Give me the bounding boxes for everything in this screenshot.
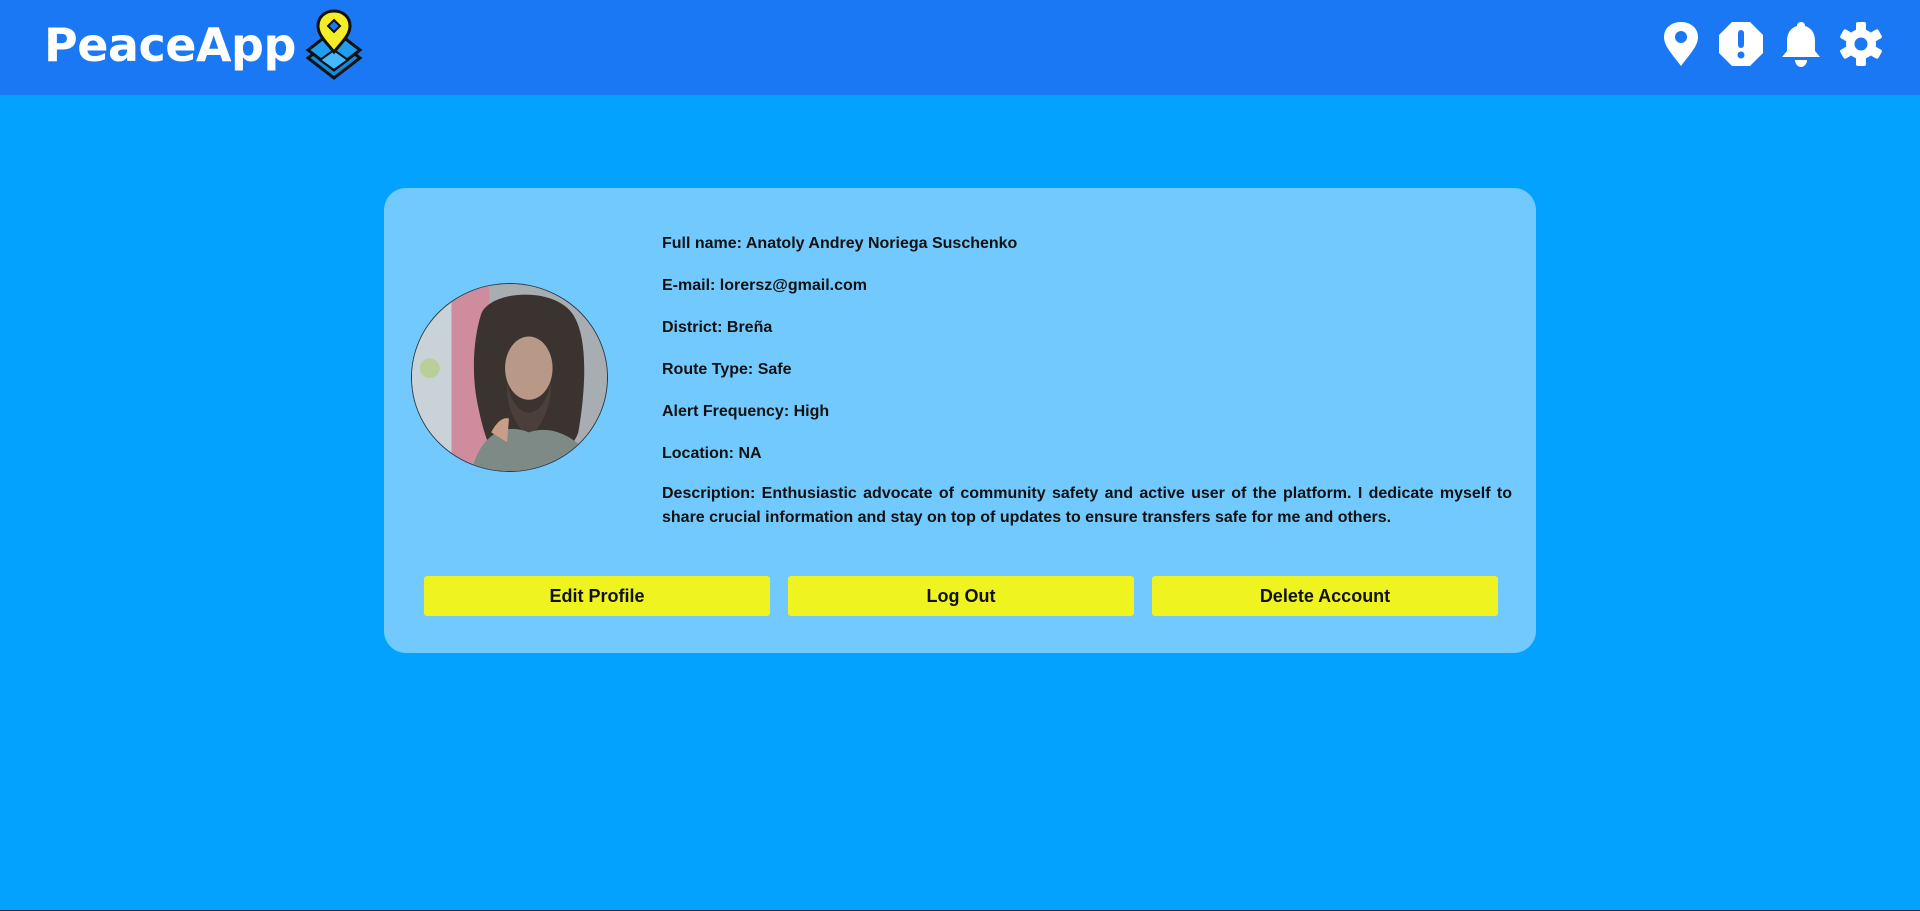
- log-out-button[interactable]: Log Out: [788, 576, 1134, 616]
- bell-icon: [1782, 22, 1820, 67]
- nav-settings-button[interactable]: [1838, 20, 1884, 68]
- alert-octagon-icon: [1719, 22, 1763, 66]
- profile-actions: Edit Profile Log Out Delete Account: [424, 576, 1498, 616]
- profile-photo: [412, 284, 607, 471]
- full-name-text: Full name: Anatoly Andrey Noriega Susche…: [662, 235, 1018, 252]
- app-name: PeaceApp: [44, 18, 296, 72]
- location-text: Location: NA: [662, 445, 762, 462]
- profile-avatar: [411, 283, 608, 472]
- profile-details: Full name: Anatoly Andrey Noriega Susche…: [662, 234, 1512, 553]
- header-icon-nav: [1658, 20, 1884, 68]
- gear-icon: [1840, 22, 1882, 66]
- route-type-text: Route Type: Safe: [662, 361, 792, 378]
- nav-alerts-button[interactable]: [1718, 20, 1764, 68]
- profile-card: Full name: Anatoly Andrey Noriega Susche…: [384, 188, 1536, 653]
- alert-frequency-text: Alert Frequency: High: [662, 403, 830, 420]
- nav-notifications-button[interactable]: [1778, 20, 1824, 68]
- top-navigation-bar: PeaceApp: [0, 0, 1920, 95]
- nav-location-button[interactable]: [1658, 20, 1704, 68]
- district-text: District: Breña: [662, 319, 773, 336]
- email-text: E-mail: lorersz@gmail.com: [662, 277, 867, 294]
- brand[interactable]: PeaceApp: [44, 9, 370, 80]
- description-text: Description: Enthusiastic advocate of co…: [662, 485, 1512, 526]
- edit-profile-button[interactable]: Edit Profile: [424, 576, 770, 616]
- delete-account-button[interactable]: Delete Account: [1152, 576, 1498, 616]
- location-pin-icon: [1664, 22, 1698, 66]
- app-logo-icon: [305, 9, 363, 80]
